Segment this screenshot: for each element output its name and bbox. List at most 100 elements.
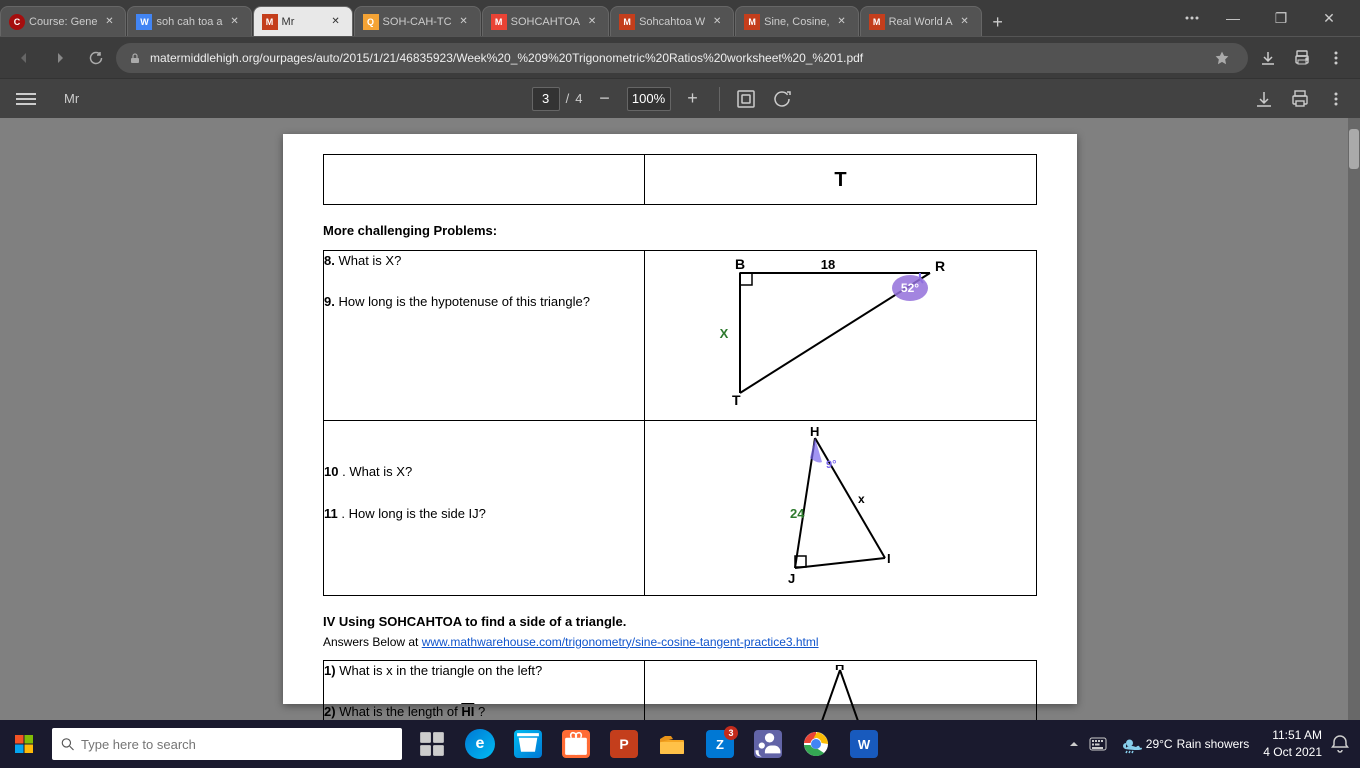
tab-close-3[interactable]: ✕ xyxy=(328,14,344,30)
chrome-button[interactable] xyxy=(794,720,838,768)
window-controls: — ❐ ✕ xyxy=(1168,0,1360,36)
tab-close-7[interactable]: ✕ xyxy=(834,14,850,30)
tab-course-gene[interactable]: C Course: Gene ✕ xyxy=(0,6,126,36)
pdf-page-separator: / xyxy=(566,91,570,106)
hamburger-menu-icon[interactable] xyxy=(8,81,44,117)
download-icon[interactable] xyxy=(1252,42,1284,74)
q1-q2-diagram-cell: H Y xyxy=(644,660,1036,720)
tab-real-world[interactable]: M Real World A ✕ xyxy=(860,6,982,36)
pdf-rotate-button[interactable] xyxy=(768,85,796,113)
section-iv-answers: Answers Below at www.mathwarehouse.com/t… xyxy=(323,633,1037,652)
tab-sohcahtoa[interactable]: M SOHCAHTOA ✕ xyxy=(482,6,609,36)
b-label: B xyxy=(735,256,745,272)
tab-sine-cosine[interactable]: M Sine, Cosine, ✕ xyxy=(735,6,858,36)
gift-button[interactable] xyxy=(554,720,598,768)
section-iv-table: 1) What is x in the triangle on the left… xyxy=(323,660,1037,720)
date-display: 4 Oct 2021 xyxy=(1263,744,1322,761)
r-label: R xyxy=(935,258,945,274)
pdf-zoom-in-button[interactable]: + xyxy=(679,85,707,113)
tray-up-arrow[interactable] xyxy=(1064,734,1084,754)
taskbar: e P xyxy=(0,720,1360,768)
store-button[interactable] xyxy=(506,720,550,768)
file-explorer-button[interactable] xyxy=(650,720,694,768)
t-label-tri1: T xyxy=(732,392,741,408)
problem-10-text: 10 . What is X? xyxy=(324,462,644,483)
angle-9-label: 9° xyxy=(826,459,837,471)
tab-close-4[interactable]: ✕ xyxy=(456,14,472,30)
datetime-display[interactable]: 11:51 AM 4 Oct 2021 xyxy=(1263,727,1322,761)
notification-button[interactable] xyxy=(1328,732,1352,756)
more-options-icon[interactable] xyxy=(1320,42,1352,74)
powerpoint-button[interactable]: P xyxy=(602,720,646,768)
maximize-button[interactable]: ❐ xyxy=(1258,2,1304,34)
prev-diagram-cell: T xyxy=(644,155,1036,205)
tab-mr-active[interactable]: M Mr ✕ xyxy=(253,6,353,36)
triangle-hij-svg: 9° H J I x 24 xyxy=(740,428,940,588)
close-button[interactable]: ✕ xyxy=(1306,2,1352,34)
edge-icon: e xyxy=(465,729,495,759)
print-icon[interactable] xyxy=(1286,42,1318,74)
problem-11-text: 11 . How long is the side IJ? xyxy=(324,504,644,525)
tab-soh-cah-toa[interactable]: W soh cah toa a ✕ xyxy=(127,6,251,36)
chrome-settings-icon[interactable] xyxy=(1176,2,1208,34)
weather-info[interactable]: 29°C Rain showers xyxy=(1114,734,1258,754)
prev-diagram: T xyxy=(645,155,1036,204)
tab-close-6[interactable]: ✕ xyxy=(709,14,725,30)
problem-10-body: . What is X? xyxy=(342,464,412,479)
back-button[interactable] xyxy=(8,42,40,74)
edge-button[interactable]: e xyxy=(458,720,502,768)
tab-close-5[interactable]: ✕ xyxy=(584,14,600,30)
scroll-thumb[interactable] xyxy=(1349,129,1359,169)
url-text: matermiddlehigh.org/ourpages/auto/2015/1… xyxy=(150,51,1200,65)
pdf-more-button[interactable] xyxy=(1320,83,1352,115)
address-bar[interactable]: matermiddlehigh.org/ourpages/auto/2015/1… xyxy=(116,43,1248,73)
diagram-8-9: 52° B R T 18 X xyxy=(645,251,1036,420)
pdf-download-button[interactable] xyxy=(1248,83,1280,115)
tab-close-1[interactable]: ✕ xyxy=(101,14,117,30)
problem-8-text: 8. What is X? xyxy=(324,251,644,272)
prev-t-label: T xyxy=(834,164,846,196)
tab-label-8: Real World A xyxy=(889,16,953,28)
problem-9-text: 9. How long is the hypotenuse of this tr… xyxy=(324,292,644,313)
problem-8-num: 8. xyxy=(324,253,335,268)
pdf-page-total: 4 xyxy=(575,91,582,106)
forward-button[interactable] xyxy=(44,42,76,74)
tab-favicon-7: M xyxy=(744,14,760,30)
scrollbar[interactable] xyxy=(1348,118,1360,720)
q2-hi: HI xyxy=(461,704,474,719)
triangle-brt-svg: 52° B R T 18 X xyxy=(710,253,970,418)
minimize-button[interactable]: — xyxy=(1210,2,1256,34)
answers-below-text: Answers Below at xyxy=(323,635,418,649)
mail-button[interactable]: Z 3 xyxy=(698,720,742,768)
table-row-q1-q2: 1) What is x in the triangle on the left… xyxy=(324,660,1037,720)
pdf-zoom-out-button[interactable]: − xyxy=(591,85,619,113)
x-label-tri2: x xyxy=(858,492,865,506)
taskbar-icons: e P xyxy=(410,720,886,768)
search-input[interactable] xyxy=(81,737,394,752)
mathwarehouse-link[interactable]: www.mathwarehouse.com/trigonometry/sine-… xyxy=(422,635,819,649)
pdf-page: T More challenging Problems: 8. W xyxy=(283,134,1077,704)
start-button[interactable] xyxy=(0,720,48,768)
tab-close-2[interactable]: ✕ xyxy=(227,14,243,30)
pdf-zoom-input[interactable] xyxy=(627,87,671,111)
bookmark-star-icon[interactable] xyxy=(1208,44,1236,72)
h-label-tri3: H xyxy=(835,665,844,673)
pdf-print-button[interactable] xyxy=(1284,83,1316,115)
diagram-10-11: 9° H J I x 24 xyxy=(645,421,1036,595)
windows-logo-icon xyxy=(14,734,34,754)
word-button[interactable]: W xyxy=(842,720,886,768)
word-icon: W xyxy=(850,730,878,758)
tab-soh-cah-tc[interactable]: Q SOH-CAH-TC ✕ xyxy=(354,6,481,36)
keyboard-icon[interactable] xyxy=(1088,734,1108,754)
tab-favicon-5: M xyxy=(491,14,507,30)
refresh-button[interactable] xyxy=(80,42,112,74)
tab-close-8[interactable]: ✕ xyxy=(957,14,973,30)
pdf-page-input[interactable] xyxy=(532,87,560,111)
task-view-button[interactable] xyxy=(410,720,454,768)
prev-text-cell xyxy=(324,155,645,205)
taskbar-search-bar[interactable] xyxy=(52,728,402,760)
tab-sohcahtoa-w[interactable]: M Sohcahtoa W ✕ xyxy=(610,6,734,36)
pdf-fit-page-button[interactable] xyxy=(732,85,760,113)
new-tab-button[interactable]: + xyxy=(983,8,1013,36)
teams-button[interactable] xyxy=(746,720,790,768)
